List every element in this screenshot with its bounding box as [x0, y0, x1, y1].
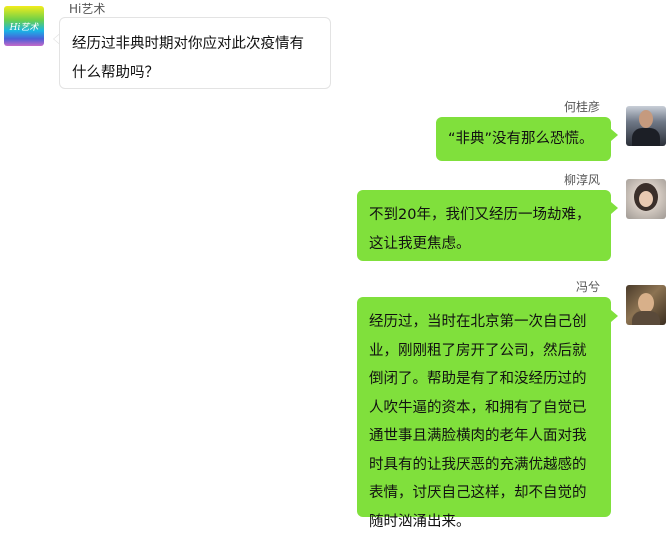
avatar-he-guiyan[interactable]	[626, 106, 666, 146]
message-text: “非典”没有那么恐慌。	[448, 131, 594, 147]
avatar-feng-xi[interactable]	[626, 285, 666, 325]
message-text: 不到20年，我们又经历一场劫难，这让我更焦虑。	[369, 207, 591, 252]
message-text: 经历过非典时期对你应对此次疫情有什么帮助吗？	[72, 36, 304, 81]
message-bubble-outgoing[interactable]: 不到20年，我们又经历一场劫难，这让我更焦虑。	[357, 190, 611, 261]
sender-name: 冯兮	[575, 280, 600, 294]
avatar-hi-art[interactable]: Hi艺术	[4, 6, 44, 46]
avatar-liu-chunfeng[interactable]	[626, 179, 666, 219]
message-bubble-outgoing[interactable]: 经历过，当时在北京第一次自己创业，刚刚租了房开了公司，然后就倒闭了。帮助是有了和…	[357, 297, 611, 530]
message-text: 经历过，当时在北京第一次自己创业，刚刚租了房开了公司，然后就倒闭了。帮助是有了和…	[369, 314, 587, 530]
message-bubble-incoming[interactable]: 经历过非典时期对你应对此次疫情有什么帮助吗？	[59, 17, 331, 89]
sender-name: Hi艺术	[69, 2, 106, 16]
bubble-tail	[611, 310, 618, 322]
bubble-tail	[611, 202, 618, 214]
sender-name: 何桂彦	[563, 100, 600, 114]
sender-name: 柳淳风	[563, 173, 600, 187]
bubble-tail	[611, 129, 618, 141]
avatar-text: Hi艺术	[9, 22, 39, 33]
message-bubble-outgoing[interactable]: “非典”没有那么恐慌。	[436, 117, 611, 161]
